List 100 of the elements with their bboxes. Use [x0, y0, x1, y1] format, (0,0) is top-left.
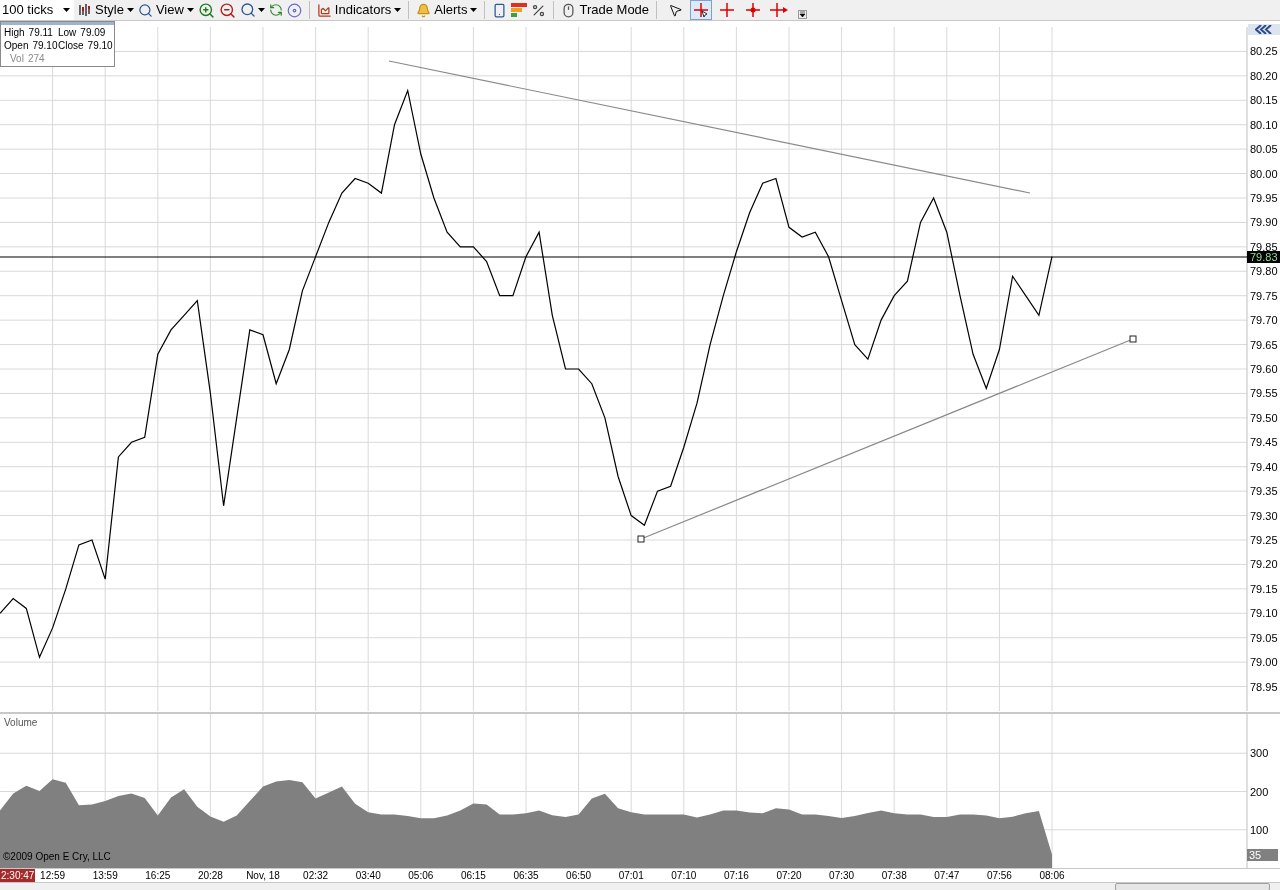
- price-axis-label: 79.55: [1250, 387, 1278, 400]
- color-bars-icon[interactable]: [511, 3, 528, 17]
- copyright-text: ©2009 Open E Cry, LLC: [3, 851, 111, 862]
- field-value: 79.10: [32, 39, 58, 52]
- price-axis-label: 79.45: [1250, 436, 1278, 449]
- field-label: Low: [58, 26, 77, 39]
- style-menu[interactable]: Style: [78, 0, 134, 20]
- time-axis-label: 07:38: [881, 869, 907, 882]
- field-value: 79.10: [87, 39, 113, 52]
- time-axis-label: 13:59: [92, 869, 118, 882]
- price-axis-label: 78.95: [1250, 680, 1278, 693]
- price-axis-label: 79.65: [1250, 338, 1278, 351]
- bar-timer: 2:30:47: [0, 869, 36, 882]
- price-axis-label: 79.25: [1250, 534, 1278, 546]
- price-axis-label: 79.05: [1250, 631, 1278, 644]
- price-axis-label: 79.15: [1250, 582, 1278, 595]
- price-axis-label: 79.60: [1250, 363, 1278, 375]
- caret-icon: [394, 8, 402, 12]
- indicators-menu[interactable]: Indicators: [316, 0, 402, 20]
- price-axis-label: 79.40: [1250, 460, 1278, 473]
- crosshair-icon: [693, 2, 710, 18]
- price-axis-label: 79.75: [1250, 289, 1278, 302]
- price-axis-label: 80.10: [1250, 118, 1278, 131]
- overflow-icon[interactable]: [798, 10, 808, 19]
- volume-axis-label: 100: [1250, 823, 1269, 836]
- phone-icon[interactable]: [492, 2, 508, 18]
- zoom-in-icon[interactable]: [197, 1, 215, 19]
- field-value: 274: [27, 52, 45, 65]
- time-axis-label: 03:40: [355, 869, 381, 882]
- refresh-icon[interactable]: [268, 3, 283, 17]
- field-label: Close: [58, 39, 84, 52]
- crosshair-dot-icon: [745, 2, 762, 18]
- price-axis-label: 80.05: [1250, 143, 1278, 156]
- field-label: Open: [4, 39, 29, 52]
- interval-dropdown[interactable]: 100 ticks: [0, 0, 74, 20]
- crosshair-icon: [719, 2, 736, 18]
- mouse-icon: [561, 2, 577, 18]
- field-label: High: [4, 26, 25, 39]
- price-axis-label: 80.00: [1250, 167, 1278, 180]
- time-axis-label: 07:47: [934, 869, 960, 882]
- time-axis-label: 02:32: [303, 869, 329, 882]
- double-chevron-icon: [1255, 25, 1273, 34]
- last-volume-label: 35: [1247, 848, 1278, 861]
- collapse-button[interactable]: [1248, 24, 1280, 35]
- time-axis-label: 08:06: [1039, 869, 1065, 882]
- price-axis-label: 79.85: [1250, 240, 1278, 253]
- disc-icon[interactable]: [286, 2, 302, 18]
- time-axis-label: 07:10: [671, 869, 697, 882]
- price-axis-label: 79.90: [1250, 216, 1278, 229]
- caret-icon: [257, 8, 265, 12]
- time-axis-label: 12:59: [40, 869, 66, 882]
- cursor-tool-button[interactable]: [690, 0, 713, 20]
- time-axis-label: 20:28: [197, 869, 223, 882]
- volume-axis-label: 200: [1250, 785, 1269, 798]
- percent-icon[interactable]: [531, 2, 547, 18]
- search-icon: [239, 2, 256, 18]
- view-menu[interactable]: View: [137, 0, 194, 20]
- price-axis-label: 79.10: [1250, 607, 1278, 620]
- time-axis-label: 06:35: [513, 869, 539, 882]
- field-value: 79.09: [80, 26, 106, 39]
- time-axis-label: 16:25: [145, 869, 171, 882]
- caret-icon: [186, 8, 194, 12]
- bell-icon: [416, 2, 432, 18]
- pane-title: Volume: [4, 717, 38, 728]
- caret-icon: [126, 8, 134, 12]
- trade-mode-button[interactable]: Trade Mode: [561, 0, 650, 20]
- alerts-menu[interactable]: Alerts: [416, 0, 478, 20]
- price-axis-label: 79.00: [1250, 656, 1278, 669]
- price-axis-label: 79.95: [1250, 192, 1278, 204]
- time-axis-label: 07:01: [618, 869, 644, 882]
- time-axis-label: 07:20: [776, 869, 802, 882]
- time-axis-label: 05:06: [408, 869, 434, 882]
- price-axis-label: 79.20: [1250, 558, 1278, 571]
- bar-chart-icon: [78, 3, 92, 17]
- price-axis-label: 79.35: [1250, 485, 1278, 498]
- field-label: Vol: [10, 52, 24, 65]
- price-axis-label: 79.30: [1250, 509, 1278, 522]
- time-axis-label: Nov, 18: [246, 869, 280, 882]
- pointer-icon: [667, 2, 683, 18]
- caret-icon: [470, 8, 478, 12]
- search-icon: [137, 2, 153, 18]
- price-axis-label: 80.25: [1250, 45, 1278, 58]
- chart-icon: [316, 2, 332, 18]
- time-axis-label: 06:15: [460, 869, 486, 882]
- zoom-out-icon[interactable]: [218, 1, 236, 19]
- price-axis-label: 80.20: [1250, 69, 1278, 82]
- volume-axis-label: 300: [1250, 747, 1269, 760]
- time-axis-label: 07:16: [723, 869, 749, 882]
- price-axis-label: 79.80: [1250, 265, 1278, 278]
- price-axis-label: 79.70: [1250, 314, 1278, 327]
- price-axis-label: 80.15: [1250, 94, 1278, 107]
- last-price-label: 79.83: [1247, 250, 1280, 263]
- time-axis-label: 06:50: [566, 869, 592, 882]
- time-axis-label: 07:56: [986, 869, 1012, 882]
- time-axis-label: 07:30: [829, 869, 855, 882]
- zoom-dropdown[interactable]: [239, 2, 265, 18]
- scrollbar-thumb[interactable]: [1115, 883, 1270, 890]
- caret-icon: [63, 8, 70, 12]
- price-axis-label: 79.50: [1250, 411, 1278, 424]
- field-value: 79.11: [28, 26, 53, 39]
